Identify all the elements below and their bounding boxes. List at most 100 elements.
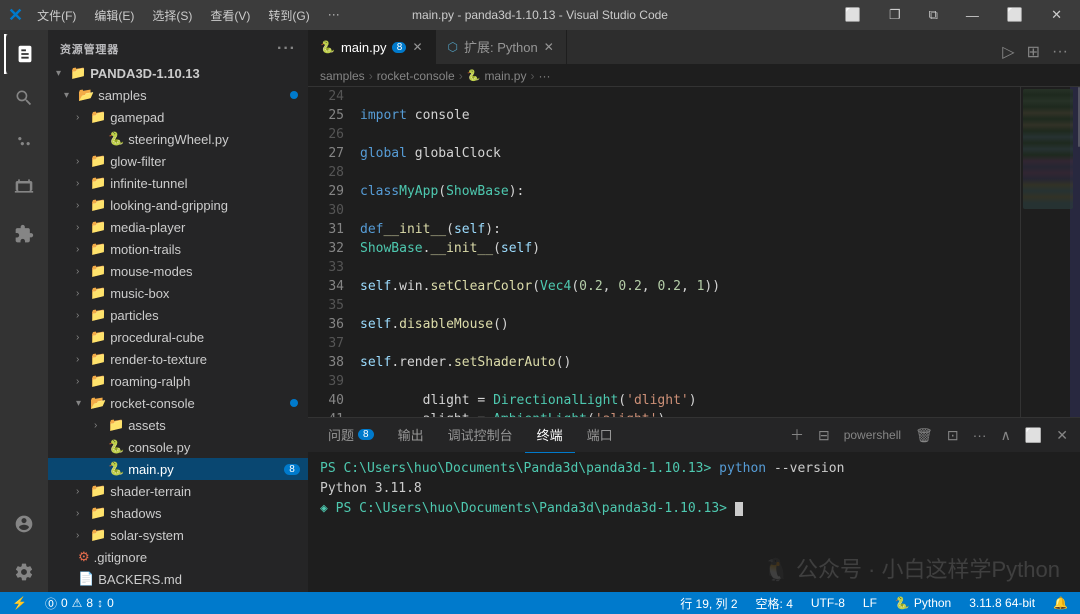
bc-main-py[interactable]: main.py (484, 69, 526, 83)
bc-more[interactable]: ··· (538, 69, 550, 83)
menu-file[interactable]: 文件(F) (29, 5, 84, 26)
bc-sep2: › (459, 69, 463, 83)
bc-samples[interactable]: samples (320, 69, 365, 83)
tree-item-media-player[interactable]: › 📁 media-player (48, 216, 308, 238)
panel-kill-icon[interactable]: ⊡ (943, 425, 963, 446)
line-col-status[interactable]: 行 19, 列 2 (676, 595, 741, 612)
menu-select[interactable]: 选择(S) (144, 5, 200, 26)
tab-main-py[interactable]: 🐍 main.py 8 ✕ (308, 30, 436, 64)
activity-debug[interactable] (4, 166, 44, 206)
assets-arrow-icon: › (94, 420, 108, 431)
st-label: shader-terrain (110, 484, 191, 499)
tree-item-rocket-console[interactable]: ▾ 📂 rocket-console (48, 392, 308, 414)
tree-root[interactable]: ▾ 📁 PANDA3D-1.10.13 (48, 62, 308, 84)
tree-item-rtt[interactable]: › 📁 render-to-texture (48, 348, 308, 370)
trash-icon[interactable]: 🗑 (911, 425, 937, 446)
minimize-button[interactable]: — (956, 6, 989, 25)
tree-item-console-py[interactable]: 🐍 console.py (48, 436, 308, 458)
tree-item-motion-trails[interactable]: › 📁 motion-trails (48, 238, 308, 260)
menu-edit[interactable]: 编辑(E) (86, 5, 142, 26)
sidebar-more-icon[interactable]: ··· (277, 40, 296, 58)
terminal-output[interactable]: PS C:\Users\huo\Documents\Panda3d\panda3… (308, 453, 1080, 592)
code-text[interactable]: import console global globalClock class … (352, 87, 1020, 417)
file-tree: ▾ 📁 PANDA3D-1.10.13 ▾ 📂 samples › 📁 game… (48, 62, 308, 592)
tree-item-mouse-modes[interactable]: › 📁 mouse-modes (48, 260, 308, 282)
app-layout: ✕ 文件(F) 编辑(E) 选择(S) 查看(V) 转到(G) ··· main… (0, 0, 1080, 614)
tree-item-lag[interactable]: › 📁 looking-and-gripping (48, 194, 308, 216)
menu-goto[interactable]: 转到(G) (260, 5, 317, 26)
activity-search[interactable] (4, 78, 44, 118)
bc-file-icon: 🐍 (467, 69, 481, 82)
menu-view[interactable]: 查看(V) (202, 5, 258, 26)
tree-item-shader-terrain[interactable]: › 📁 shader-terrain (48, 480, 308, 502)
tree-item-steeringwheel[interactable]: 🐍 steeringWheel.py (48, 128, 308, 150)
more-actions-icon[interactable]: ··· (1048, 41, 1072, 63)
tab-main-close-icon[interactable]: ✕ (412, 40, 422, 54)
panel-close-icon[interactable]: ✕ (1052, 425, 1072, 446)
it-arrow-icon: › (76, 178, 90, 189)
sidebar-header: 资源管理器 ··· (48, 30, 308, 62)
tree-item-music-box[interactable]: › 📁 music-box (48, 282, 308, 304)
panel-tab-problems[interactable]: 问题 8 (316, 418, 386, 453)
activity-explorer[interactable] (4, 34, 44, 74)
run-icon[interactable]: ▷ (998, 40, 1018, 64)
panel-tab-terminal[interactable]: 终端 (525, 418, 575, 453)
python-version-status[interactable]: 3.11.8 64-bit (965, 596, 1039, 610)
tab-ext-close-icon[interactable]: ✕ (544, 40, 554, 54)
version-flag: --version (774, 461, 844, 476)
tree-item-solar-system[interactable]: › 📁 solar-system (48, 524, 308, 546)
notification-status[interactable]: 🔔 (1049, 596, 1072, 610)
add-terminal-icon[interactable]: ＋ (786, 423, 808, 447)
tree-item-shadows[interactable]: › 📁 shadows (48, 502, 308, 524)
mpy-label: main.py (128, 462, 174, 477)
folder-icon-sh: 📁 (90, 505, 106, 521)
ps-prompt: PS C:\Users\huo\Documents\Panda3d\panda3… (320, 461, 711, 476)
tree-item-backers[interactable]: 📄 BACKERS.md (48, 568, 308, 590)
panel-minimize-icon[interactable]: ∧ (997, 425, 1015, 446)
tree-item-samples[interactable]: ▾ 📂 samples (48, 84, 308, 106)
tree-item-proc-cube[interactable]: › 📁 procedural-cube (48, 326, 308, 348)
folder-icon-rr: 📁 (90, 373, 106, 389)
close-button[interactable]: ✕ (1041, 5, 1072, 25)
code-line-24 (360, 87, 1012, 106)
tree-item-gamepad[interactable]: › 📁 gamepad (48, 106, 308, 128)
rtt-label: render-to-texture (110, 352, 207, 367)
tree-item-glow[interactable]: › 📁 glow-filter (48, 150, 308, 172)
activity-account[interactable] (4, 504, 44, 544)
tree-item-particles[interactable]: › 📁 particles (48, 304, 308, 326)
split-icon[interactable]: ❐ (879, 5, 911, 25)
code-line-28 (360, 163, 1012, 182)
menu-more[interactable]: ··· (320, 5, 348, 26)
tree-item-main-py[interactable]: 🐍 main.py 8 (48, 458, 308, 480)
language-text: Python (914, 596, 951, 610)
panel-tab-output[interactable]: 输出 (386, 418, 436, 453)
eol-status[interactable]: LF (859, 596, 881, 610)
indent-status[interactable]: 空格: 4 (752, 595, 797, 612)
layout-icon[interactable]: ⬜ (835, 5, 871, 25)
remote-status[interactable]: ⚡ (8, 596, 31, 610)
activity-extensions[interactable] (4, 214, 44, 254)
tree-item-gitignore[interactable]: ⚙ .gitignore (48, 546, 308, 568)
panel-tab-ports[interactable]: 端口 (575, 418, 625, 453)
panel-maximize-icon[interactable]: ⬜ (1021, 425, 1046, 446)
panel-tab-debug[interactable]: 调试控制台 (436, 418, 525, 453)
language-status[interactable]: 🐍 Python (891, 596, 955, 610)
info-count: 0 (107, 596, 114, 610)
tab-extension[interactable]: ⬡ 扩展: Python ✕ (436, 30, 567, 64)
tree-item-infinite-tunnel[interactable]: › 📁 infinite-tunnel (48, 172, 308, 194)
encoding-status[interactable]: UTF-8 (807, 596, 849, 610)
split-terminal-icon[interactable]: ⊟ (814, 425, 834, 446)
panels-icon[interactable]: ⧉ (919, 5, 948, 25)
split-editor-icon[interactable]: ⊞ (1023, 40, 1044, 64)
tree-item-assets[interactable]: › 📁 assets (48, 414, 308, 436)
activity-settings[interactable] (4, 552, 44, 592)
rtt-arrow-icon: › (76, 354, 90, 365)
code-editor[interactable]: 24 25 26 27 28 29 30 31 32 33 34 35 36 3… (308, 87, 1080, 417)
bc-rocket-console[interactable]: rocket-console (377, 69, 455, 83)
panel-more-icon[interactable]: ··· (969, 425, 991, 445)
errors-status[interactable]: ⓪ 0 ⚠ 8 ↕ 0 (41, 595, 118, 612)
remote-icon: ⚡ (12, 596, 27, 610)
maximize-button[interactable]: ⬜ (997, 5, 1033, 25)
tree-item-roaming-ralph[interactable]: › 📁 roaming-ralph (48, 370, 308, 392)
activity-source-control[interactable] (4, 122, 44, 162)
